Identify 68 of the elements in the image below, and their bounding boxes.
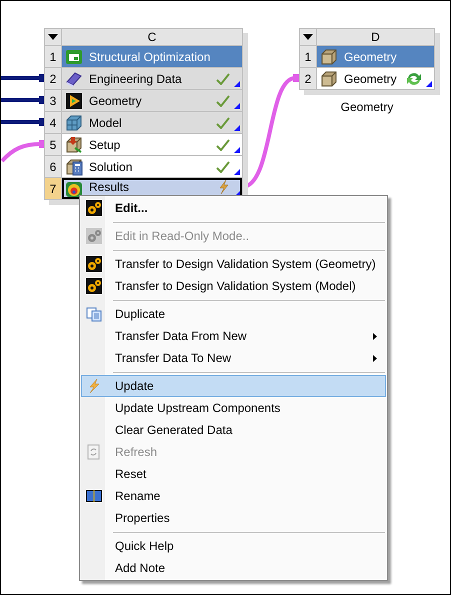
component-row[interactable]: Structural Optimization [62,46,242,67]
connector-line [1,74,45,82]
refresh-icon [86,444,102,460]
row-number: 3 [45,90,61,111]
menu-item[interactable]: Clear Generated Data [81,419,386,441]
corner-marker-icon [234,103,240,109]
gears-icon [86,228,102,244]
menu-item[interactable]: Update [81,375,386,397]
component-row[interactable]: Model [62,112,242,133]
window-icon [65,48,83,66]
rename-icon [86,488,102,504]
gears-icon [86,278,102,294]
component-row[interactable]: Setup [62,134,242,155]
corner-marker-icon [426,81,432,87]
calculator-icon [65,158,83,176]
corner-marker-icon [234,81,240,87]
row-number: 5 [45,134,61,155]
cell-label: Model [89,116,123,130]
corner-marker-icon [234,169,240,175]
component-row[interactable]: Geometry [62,90,242,111]
menu-item[interactable]: Transfer Data To New [81,347,386,369]
menu-item[interactable]: Edit... [81,197,386,219]
column-header: D [317,29,434,45]
column-header: C [62,29,242,45]
connector-line [1,118,45,126]
menu-item[interactable]: Properties [81,507,386,529]
menu-item[interactable]: Duplicate [81,303,386,325]
cube-icon [320,70,338,88]
cell-label: Structural Optimization [89,50,212,64]
component-row[interactable]: Geometry [317,68,434,89]
gears-icon [86,256,102,272]
box-arrow-icon [65,136,83,154]
menu-item[interactable]: Transfer to Design Validation System (Geometry) [81,253,386,275]
cell-label: Geometry [89,94,143,108]
menu-item[interactable]: Update Upstream Components [81,397,386,419]
row-number: 2 [45,68,61,89]
corner-marker-icon [234,147,240,153]
cell-label: Engineering Data [89,72,183,86]
row-number: 4 [45,112,61,133]
cell-label: Results [89,180,130,194]
gears-icon [86,200,102,216]
connector-line [1,140,45,162]
copy-icon [86,306,102,322]
corner-marker-icon [234,125,240,131]
play-icon [65,92,83,110]
menu-item[interactable]: Rename [81,485,386,507]
component-row[interactable]: Solution [62,156,242,177]
cell-label: Solution [89,160,134,174]
connector-line [1,96,45,104]
cell-label: Setup [89,138,122,152]
system-caption: Geometry [340,100,394,114]
row-number: 1 [45,46,61,67]
menu-item[interactable]: Add Note [81,557,386,579]
menu-item[interactable]: Transfer to Design Validation System (Model) [81,275,386,297]
row-number: 1 [300,46,316,67]
menu-item[interactable]: Transfer Data From New [81,325,386,347]
component-row[interactable]: Geometry [317,46,434,67]
row-number: 2 [300,68,316,89]
cell-label: Geometry [344,72,398,86]
cube-icon [320,48,338,66]
component-row[interactable]: Engineering Data [62,68,242,89]
cell-label: Geometry [344,50,398,64]
menu-item[interactable]: Reset [81,463,386,485]
menu-item[interactable]: Quick Help [81,535,386,557]
row-number: 7 [45,178,61,199]
book-icon [65,70,83,88]
mesh-cube-icon [65,114,83,132]
row-number: 6 [45,156,61,177]
